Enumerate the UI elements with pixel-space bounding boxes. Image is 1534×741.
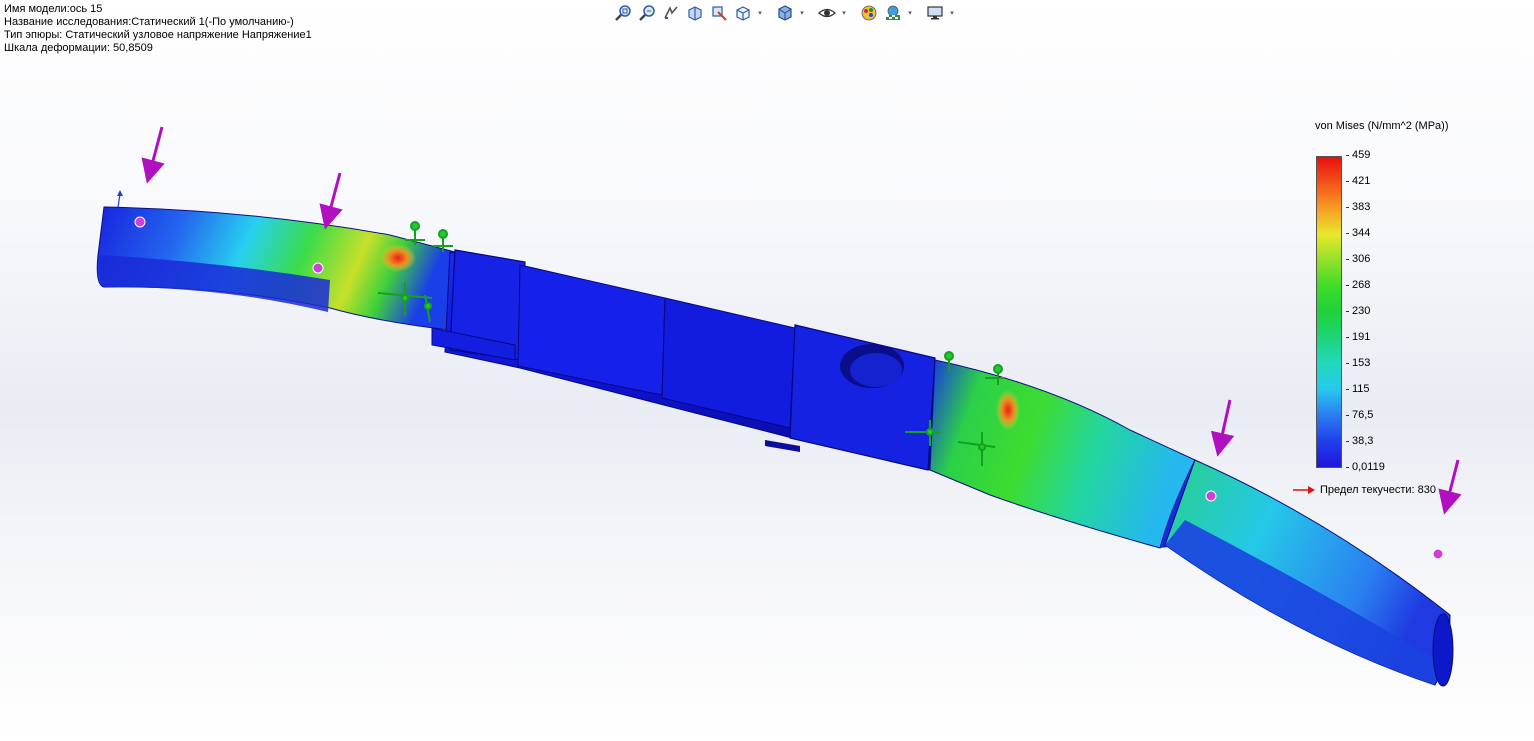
legend-value-label: 306	[1346, 253, 1370, 265]
shaft-center-body	[431, 249, 936, 471]
load-arrow	[1438, 459, 1462, 515]
load-arrow	[141, 126, 165, 184]
shaft-right-segment	[929, 359, 1215, 549]
legend-value-label: 0,0119	[1346, 461, 1385, 473]
legend-value-label: 230	[1346, 305, 1370, 317]
shaft-left-segment	[96, 206, 456, 331]
legend-value-label: 421	[1346, 175, 1370, 187]
yield-strength-label: Предел текучести: 830	[1320, 484, 1437, 496]
load-point-marker	[312, 262, 324, 274]
load-arrow	[319, 172, 343, 230]
load-point-marker	[1205, 490, 1217, 502]
yield-strength-indicator: Предел текучести: 830	[1292, 484, 1436, 496]
origin-axis-marker	[117, 190, 123, 208]
legend-value-label: 459	[1346, 149, 1370, 161]
legend-value-label: 38,3	[1346, 435, 1373, 447]
load-point-marker	[134, 216, 146, 228]
legend-value-label: 191	[1346, 331, 1370, 343]
graphics-area[interactable]	[0, 0, 1534, 741]
load-arrows	[141, 126, 1462, 515]
legend-value-label: 383	[1346, 201, 1370, 213]
legend-color-bar[interactable]	[1316, 156, 1342, 468]
legend-value-label: 76,5	[1346, 409, 1373, 421]
load-arrow	[1210, 399, 1235, 457]
legend-title: von Mises (N/mm^2 (MPa))	[1315, 120, 1449, 132]
legend-value-label: 268	[1346, 279, 1370, 291]
legend-value-label: 115	[1346, 383, 1370, 395]
legend-value-label: 153	[1346, 357, 1370, 369]
legend-value-labels: 459 421 383 344 306 268 230 191 153 115 76,5 38,3 0,…	[1346, 146, 1426, 476]
legend-value-label: 344	[1346, 227, 1370, 239]
yield-arrow-icon	[1293, 486, 1315, 494]
load-point-marker	[1432, 548, 1444, 560]
